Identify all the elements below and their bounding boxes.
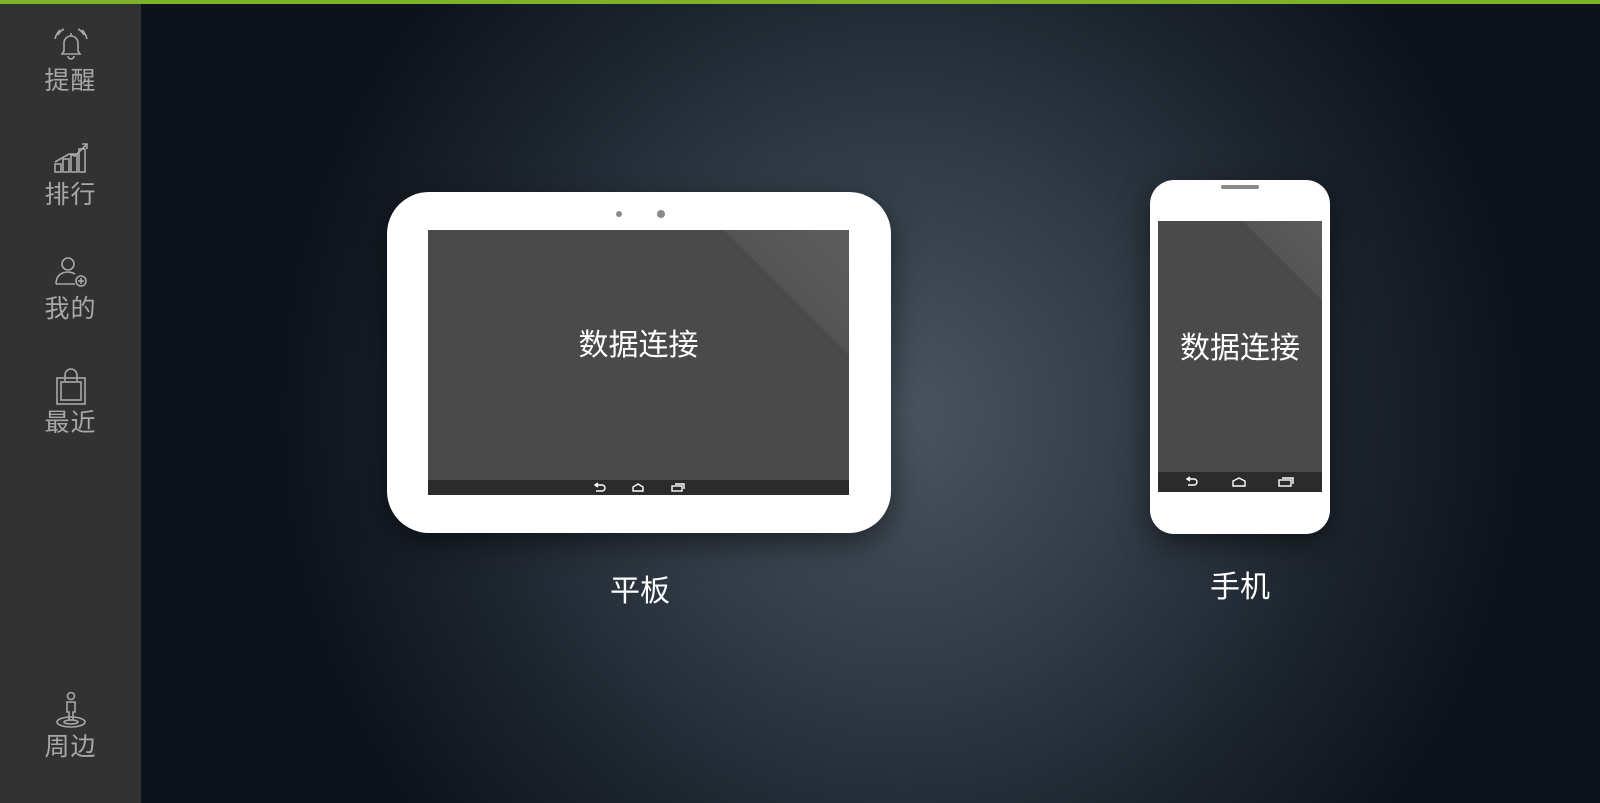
sidebar-item-mine[interactable]: 我的: [0, 250, 141, 350]
tablet-screen-text: 数据连接: [578, 328, 699, 363]
phone-nav-bar: [1158, 472, 1322, 492]
tablet-screen: 数据连接: [428, 230, 849, 495]
back-icon: [593, 482, 606, 492]
home-icon: [1232, 477, 1246, 487]
sidebar-item-label: 周边: [44, 732, 97, 761]
recent-apps-icon: [1278, 477, 1294, 487]
tablet-device[interactable]: 数据连接: [387, 192, 891, 533]
ranking-chart-icon: [53, 143, 88, 173]
alarm-bell-icon: [53, 28, 88, 60]
phone-screen: 数据连接: [1158, 221, 1322, 492]
phone-screen-text: 数据连接: [1180, 331, 1300, 366]
back-icon: [1185, 476, 1198, 486]
sidebar: 提醒 排行 我的 最近 周边: [0, 4, 141, 803]
sidebar-item-nearby[interactable]: 周边: [0, 688, 141, 788]
sidebar-item-label: 提醒: [44, 66, 97, 95]
sidebar-item-label: 最近: [44, 408, 97, 437]
phone-device[interactable]: 数据连接: [1150, 180, 1330, 534]
phone-speaker: [1221, 185, 1259, 189]
shopping-bag-icon: [55, 368, 86, 405]
sidebar-item-label: 排行: [44, 180, 97, 209]
user-add-icon: [54, 257, 87, 287]
sidebar-item-ranking[interactable]: 排行: [0, 136, 141, 236]
sidebar-item-reminder[interactable]: 提醒: [0, 22, 141, 122]
tablet-label[interactable]: 平板: [580, 566, 700, 610]
phone-label[interactable]: 手机: [1180, 562, 1300, 606]
tablet-nav-bar: [428, 480, 849, 495]
home-icon: [632, 483, 644, 492]
recent-apps-icon: [671, 483, 685, 492]
tablet-sensor-dot: [657, 210, 665, 218]
sidebar-item-label: 我的: [44, 294, 97, 323]
tablet-camera-dot: [616, 211, 622, 217]
location-person-icon: [55, 691, 86, 728]
sidebar-item-recent[interactable]: 最近: [0, 364, 141, 464]
